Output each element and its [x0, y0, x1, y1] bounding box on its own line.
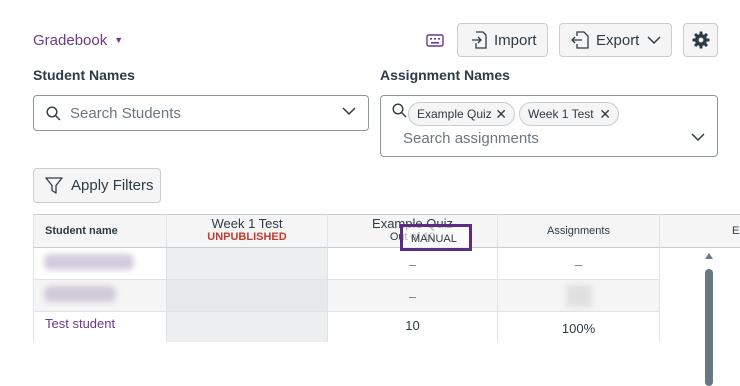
gradebook-grid: Student name Week 1 Test UNPUBLISHED Exa…	[33, 214, 740, 342]
column-header-week-1-test[interactable]: Week 1 Test UNPUBLISHED	[167, 214, 328, 248]
scrollbar-thumb[interactable]	[705, 269, 713, 386]
student-name-cell[interactable]	[33, 280, 167, 312]
student-search-placeholder: Search Students	[70, 104, 181, 122]
assignment-names-label: Assignment Names	[380, 67, 510, 83]
chevron-down-icon	[647, 35, 661, 45]
column-header-extra[interactable]: Ex	[660, 214, 740, 248]
export-button[interactable]: Export	[559, 23, 672, 57]
import-label: Import	[494, 31, 537, 49]
grade-cell[interactable]: –	[328, 248, 498, 280]
filter-tag[interactable]: Example Quiz ✕	[408, 102, 515, 126]
column-header-student-name[interactable]: Student name	[33, 214, 167, 248]
manual-badge-label: MANUAL	[411, 233, 457, 245]
grade-cell[interactable]	[167, 312, 328, 342]
unpublished-badge: UNPUBLISHED	[207, 231, 287, 243]
student-names-label: Student Names	[33, 67, 135, 83]
gear-icon	[692, 31, 710, 49]
grade-value: –	[574, 257, 583, 272]
apply-filters-button[interactable]: Apply Filters	[33, 168, 161, 203]
filter-icon	[45, 177, 63, 194]
redacted-value	[566, 285, 592, 307]
gradebook-menu[interactable]: Gradebook ▼	[33, 30, 123, 50]
column-header-label: Ex	[732, 225, 740, 237]
grid-scrollbar[interactable]	[703, 253, 715, 386]
scroll-up-icon[interactable]	[705, 253, 713, 259]
filter-tag-label: Example Quiz	[417, 107, 492, 121]
import-icon	[471, 31, 487, 49]
gradebook-menu-label: Gradebook	[33, 31, 108, 49]
filter-tag-label: Week 1 Test	[528, 107, 594, 121]
redacted-name	[44, 254, 134, 270]
grade-cell[interactable]	[167, 248, 328, 280]
grade-cell[interactable]: –	[328, 280, 498, 312]
close-icon[interactable]: ✕	[599, 106, 611, 123]
redacted-name	[44, 286, 116, 302]
assignment-search-input[interactable]: Example Quiz ✕ Week 1 Test ✕ Search assi…	[380, 95, 718, 157]
grade-cell[interactable]	[498, 280, 660, 312]
manual-grade-badge: MANUAL	[400, 224, 472, 251]
close-icon[interactable]: ✕	[495, 106, 507, 123]
filter-tag[interactable]: Week 1 Test ✕	[519, 102, 619, 126]
search-icon	[46, 105, 61, 121]
chevron-down-icon[interactable]	[691, 133, 705, 142]
student-name-link[interactable]: Test student	[45, 316, 115, 331]
grade-value: 100%	[561, 321, 596, 336]
grade-cell[interactable]: 100%	[498, 312, 660, 342]
settings-button[interactable]	[683, 23, 718, 57]
grade-cell[interactable]: –	[498, 248, 660, 280]
import-button[interactable]: Import	[457, 23, 548, 57]
grade-value: –	[408, 257, 417, 272]
search-icon	[392, 103, 407, 118]
grade-cell[interactable]: 10	[328, 312, 498, 342]
column-header-label: Assignments	[547, 225, 610, 237]
column-header-label: Student name	[45, 225, 118, 237]
student-name-cell[interactable]	[33, 248, 167, 280]
keyboard-icon[interactable]	[426, 32, 444, 48]
grade-value: –	[408, 289, 417, 304]
caret-down-icon: ▼	[114, 35, 124, 45]
column-header-assignments[interactable]: Assignments	[498, 214, 660, 248]
student-name-cell[interactable]: Test student	[33, 312, 167, 342]
chevron-down-icon[interactable]	[342, 107, 356, 116]
grade-cell[interactable]	[167, 280, 328, 312]
apply-filters-label: Apply Filters	[71, 177, 154, 194]
grade-value: 10	[405, 318, 420, 333]
column-header-title: Week 1 Test	[211, 216, 283, 231]
student-search-input[interactable]: Search Students	[33, 95, 369, 131]
export-icon	[571, 31, 589, 49]
assignment-search-placeholder: Search assignments	[403, 130, 539, 147]
export-label: Export	[596, 31, 640, 49]
